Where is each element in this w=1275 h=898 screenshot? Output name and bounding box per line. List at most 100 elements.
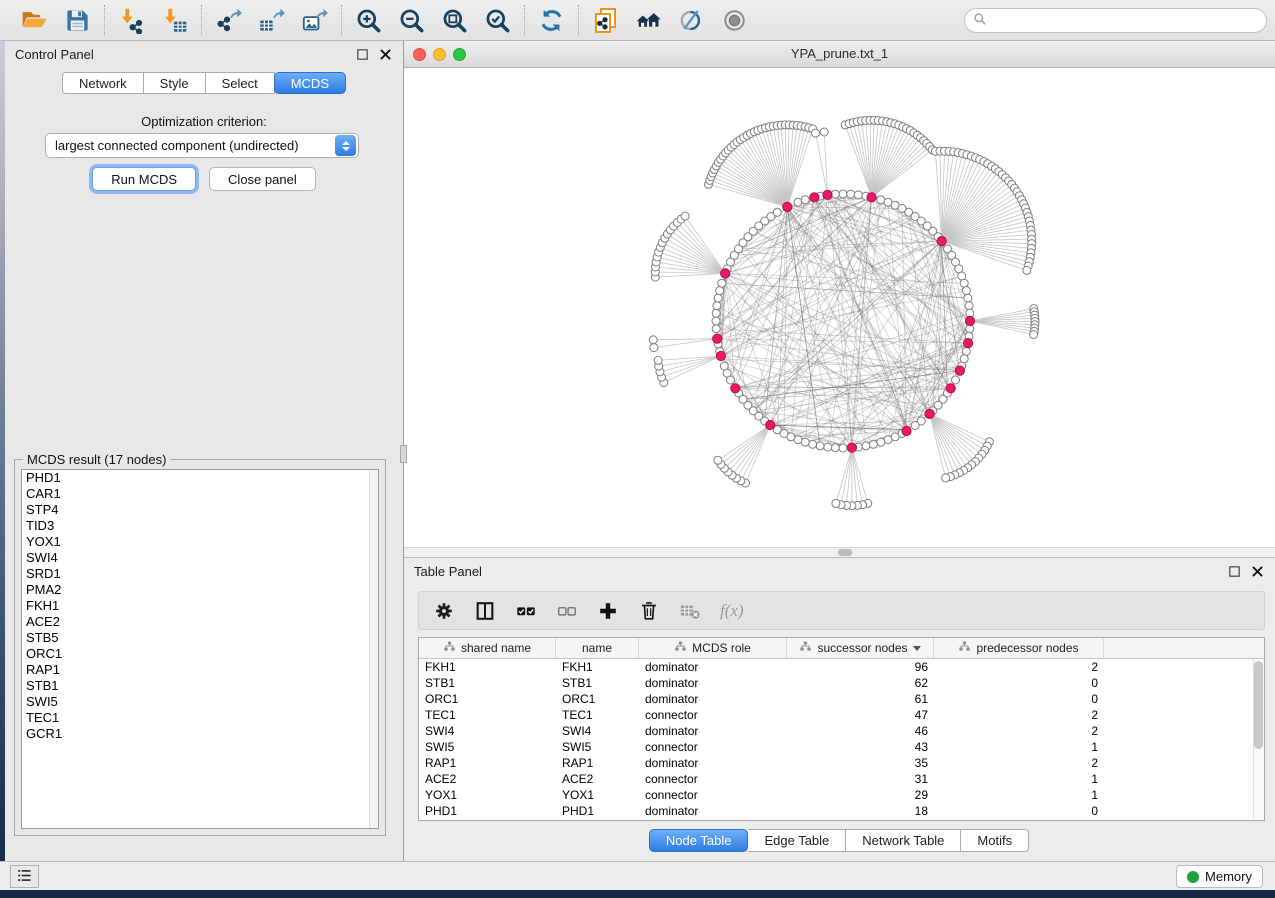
mcds-result-item[interactable]: STP4	[22, 502, 378, 518]
mcds-result-item[interactable]: STB5	[22, 630, 378, 646]
table-panel: Table Panel f(x) shared namenameMCDS rol…	[404, 557, 1275, 861]
mcds-result-item[interactable]: GCR1	[22, 726, 378, 742]
mcds-result-item[interactable]: PMA2	[22, 582, 378, 598]
control-panel-titlebar: Control Panel	[5, 41, 403, 67]
close-panel-icon[interactable]	[378, 47, 393, 62]
float-panel-icon[interactable]	[1227, 564, 1242, 579]
table-row[interactable]: SWI4SWI4dominator462	[419, 723, 1264, 739]
namespace-tree-icon	[674, 640, 687, 656]
task-list-icon	[16, 867, 33, 887]
network-canvas[interactable]	[404, 68, 1275, 547]
tab-network-table[interactable]: Network Table	[846, 829, 961, 852]
mcds-result-item[interactable]: ORC1	[22, 646, 378, 662]
import-table-icon[interactable]	[161, 7, 188, 34]
criterion-dropdown[interactable]: largest connected component (undirected)	[45, 133, 359, 158]
export-image-icon[interactable]	[301, 7, 328, 34]
namespace-tree-icon	[958, 640, 971, 656]
memory-label: Memory	[1205, 869, 1252, 884]
export-network-icon[interactable]	[215, 7, 242, 34]
tab-network[interactable]: Network	[62, 72, 144, 94]
table-row[interactable]: ORC1ORC1dominator610	[419, 691, 1264, 707]
zoom-selected-icon[interactable]	[484, 7, 511, 34]
import-network-icon[interactable]	[118, 7, 145, 34]
search-box[interactable]	[964, 8, 1267, 33]
tab-node-table[interactable]: Node Table	[649, 829, 749, 852]
deselect-all-rows-icon[interactable]	[556, 600, 578, 622]
mcds-result-item[interactable]: RAP1	[22, 662, 378, 678]
mcds-result-item[interactable]: PHD1	[22, 470, 378, 486]
table-row[interactable]: FKH1FKH1dominator962	[419, 659, 1264, 675]
task-history-button[interactable]	[10, 865, 39, 888]
zoom-in-icon[interactable]	[355, 7, 382, 34]
mcds-result-item[interactable]: ACE2	[22, 614, 378, 630]
houses-icon[interactable]	[635, 7, 662, 34]
column-header-MCDS-role[interactable]: MCDS role	[639, 638, 787, 658]
tab-motifs[interactable]: Motifs	[961, 829, 1029, 852]
hide-graphics-details-icon[interactable]	[678, 7, 705, 34]
memory-button[interactable]: Memory	[1176, 865, 1263, 888]
add-column-icon[interactable]	[597, 600, 619, 622]
mcds-result-item[interactable]: TEC1	[22, 710, 378, 726]
network-hscroll-thumb[interactable]	[838, 549, 852, 556]
open-file-icon[interactable]	[21, 7, 48, 34]
close-panel-icon[interactable]	[1250, 564, 1265, 579]
table-vscrollbar[interactable]	[1253, 659, 1264, 819]
column-header-name[interactable]: name	[556, 638, 639, 658]
mcds-result-item[interactable]: YOX1	[22, 534, 378, 550]
show-graphics-details-icon[interactable]	[721, 7, 748, 34]
table-row[interactable]: YOX1YOX1connector291	[419, 787, 1264, 803]
desktop: Control Panel NetworkStyleSelectMCDS Opt…	[0, 0, 1275, 898]
table-panel-titlebar: Table Panel	[404, 558, 1275, 584]
control-panel-tabs: NetworkStyleSelectMCDS	[62, 72, 346, 94]
network-view-title: YPA_prune.txt_1	[404, 46, 1275, 61]
save-session-icon[interactable]	[64, 7, 91, 34]
mcds-result-item[interactable]: SWI4	[22, 550, 378, 566]
table-row[interactable]: TEC1TEC1connector472	[419, 707, 1264, 723]
delete-column-icon[interactable]	[638, 600, 660, 622]
clone-network-icon[interactable]	[592, 7, 619, 34]
table-toolbar: f(x)	[418, 591, 1265, 630]
criterion-value: largest connected component (undirected)	[46, 138, 335, 153]
table-row[interactable]: ACE2ACE2connector311	[419, 771, 1264, 787]
dropdown-stepper-icon	[335, 135, 356, 156]
refresh-layout-icon[interactable]	[538, 7, 565, 34]
run-mcds-button[interactable]: Run MCDS	[92, 167, 196, 191]
control-panel-title: Control Panel	[15, 47, 94, 62]
network-view-titlebar[interactable]: YPA_prune.txt_1	[404, 41, 1275, 68]
network-hscrollbar[interactable]	[404, 547, 1275, 557]
zoom-fit-icon[interactable]	[441, 7, 468, 34]
table-vscroll-thumb[interactable]	[1254, 661, 1263, 749]
mcds-result-list[interactable]: PHD1CAR1STP4TID3YOX1SWI4SRD1PMA2FKH1ACE2…	[21, 469, 379, 829]
close-panel-button[interactable]: Close panel	[209, 167, 316, 191]
show-columns-icon[interactable]	[474, 600, 496, 622]
mcds-result-item[interactable]: SRD1	[22, 566, 378, 582]
export-table-icon[interactable]	[258, 7, 285, 34]
table-options-gear-icon[interactable]	[433, 600, 455, 622]
tab-edge-table[interactable]: Edge Table	[748, 829, 846, 852]
panel-splitter-handle[interactable]	[400, 445, 407, 463]
mcds-result-item[interactable]: TID3	[22, 518, 378, 534]
table-row[interactable]: PHD1PHD1dominator180	[419, 803, 1264, 819]
search-input[interactable]	[992, 14, 1258, 28]
table-row[interactable]: SWI5SWI5connector431	[419, 739, 1264, 755]
mcds-result-item[interactable]: SWI5	[22, 694, 378, 710]
mcds-list-scrollbar[interactable]	[369, 470, 378, 828]
column-header-successor-nodes[interactable]: successor nodes	[787, 638, 934, 658]
select-all-rows-icon[interactable]	[515, 600, 537, 622]
table-row[interactable]: STB1STB1dominator620	[419, 675, 1264, 691]
tab-style[interactable]: Style	[144, 72, 206, 94]
namespace-tree-icon	[443, 640, 456, 656]
table-row[interactable]: RAP1RAP1dominator352	[419, 755, 1264, 771]
tab-select[interactable]: Select	[206, 72, 275, 94]
network-view-window: YPA_prune.txt_1	[404, 41, 1275, 557]
node-table-header: shared namenameMCDS rolesuccessor nodesp…	[419, 638, 1264, 659]
mcds-result-item[interactable]: CAR1	[22, 486, 378, 502]
table-panel-title: Table Panel	[414, 564, 482, 579]
column-header-predecessor-nodes[interactable]: predecessor nodes	[934, 638, 1104, 658]
mcds-result-item[interactable]: STB1	[22, 678, 378, 694]
tab-mcds[interactable]: MCDS	[274, 72, 346, 94]
float-panel-icon[interactable]	[355, 47, 370, 62]
mcds-result-item[interactable]: FKH1	[22, 598, 378, 614]
zoom-out-icon[interactable]	[398, 7, 425, 34]
column-header-shared-name[interactable]: shared name	[419, 638, 556, 658]
